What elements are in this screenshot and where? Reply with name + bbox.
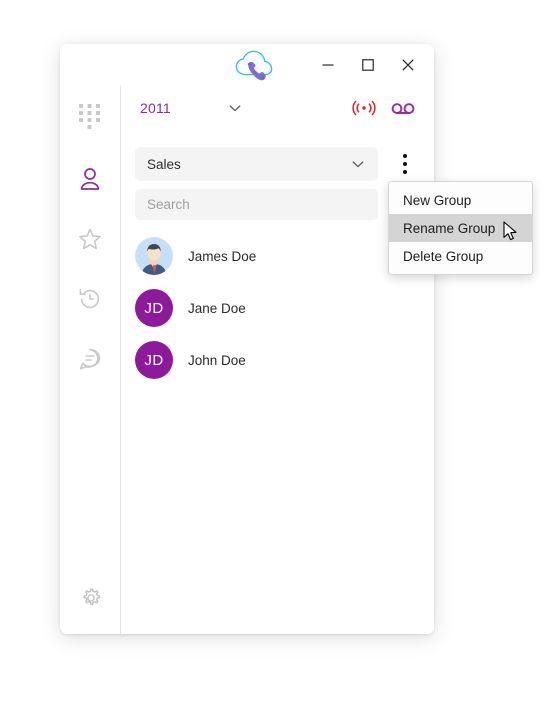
account-actions	[351, 99, 415, 117]
maximize-button[interactable]	[348, 50, 388, 80]
cloud-phone-logo-icon	[235, 49, 275, 83]
group-context-menu: New Group Rename Group Delete Group	[388, 181, 533, 275]
content-panel: 2011 Sales Search James Doe JD Jane Doe …	[121, 85, 434, 634]
close-icon	[402, 58, 414, 71]
gear-icon	[82, 588, 100, 606]
sidebar-item-settings[interactable]	[71, 578, 111, 618]
sidebar-item-history[interactable]	[70, 279, 110, 319]
sidebar-bottom	[60, 578, 121, 618]
avatar: JD	[135, 341, 173, 379]
maximize-icon	[362, 58, 374, 71]
close-button[interactable]	[388, 50, 428, 80]
kebab-dot	[403, 170, 407, 174]
avatar-initials: JD	[144, 299, 164, 317]
context-menu-item-delete-group[interactable]: Delete Group	[389, 242, 532, 270]
avatar	[135, 237, 173, 275]
avatar-initials: JD	[144, 351, 164, 369]
account-bar: 2011	[121, 85, 434, 131]
sidebar-item-messages[interactable]	[70, 339, 110, 379]
contact-row[interactable]: JD Jane Doe	[121, 282, 434, 334]
extension-dropdown-button[interactable]	[227, 100, 243, 116]
search-input[interactable]	[135, 189, 378, 220]
voicemail-icon[interactable]	[391, 100, 415, 116]
chat-bubble-icon	[79, 348, 101, 370]
search-field[interactable]	[135, 189, 378, 220]
sidebar-item-dialpad[interactable]	[70, 97, 110, 137]
dialpad-icon	[79, 104, 100, 129]
avatar: JD	[135, 289, 173, 327]
kebab-dot	[403, 154, 407, 158]
contact-name: James Doe	[188, 248, 257, 264]
context-menu-item-new-group[interactable]: New Group	[389, 186, 532, 214]
minimize-button[interactable]	[308, 50, 348, 80]
contact-name: John Doe	[188, 352, 246, 368]
sidebar-item-favorites[interactable]	[70, 219, 110, 259]
title-bar	[60, 44, 434, 85]
person-photo-avatar	[135, 237, 173, 275]
context-menu-item-rename-group[interactable]: Rename Group	[389, 214, 532, 242]
contact-name: Jane Doe	[188, 300, 246, 316]
contact-row[interactable]: JD John Doe	[121, 334, 434, 386]
group-select[interactable]: Sales	[135, 147, 378, 181]
sidebar-rail	[60, 85, 121, 634]
window-body: 2011 Sales Search James Doe JD Jane Doe …	[60, 85, 434, 634]
group-select-value: Sales	[147, 156, 181, 172]
extension-number: 2011	[140, 100, 171, 116]
star-icon	[79, 228, 101, 250]
kebab-dot	[403, 162, 407, 166]
minimize-icon	[322, 63, 334, 66]
window-controls	[308, 44, 428, 85]
chevron-down-icon	[229, 105, 241, 112]
chevron-down-icon	[350, 156, 366, 172]
person-icon	[80, 168, 100, 190]
broadcast-signal-icon[interactable]	[351, 99, 377, 117]
sidebar-item-contacts[interactable]	[70, 159, 110, 199]
more-vertical-icon[interactable]	[390, 147, 420, 181]
history-clock-icon	[79, 288, 100, 309]
app-window: 2011 Sales Search James Doe JD Jane Doe …	[60, 44, 533, 634]
